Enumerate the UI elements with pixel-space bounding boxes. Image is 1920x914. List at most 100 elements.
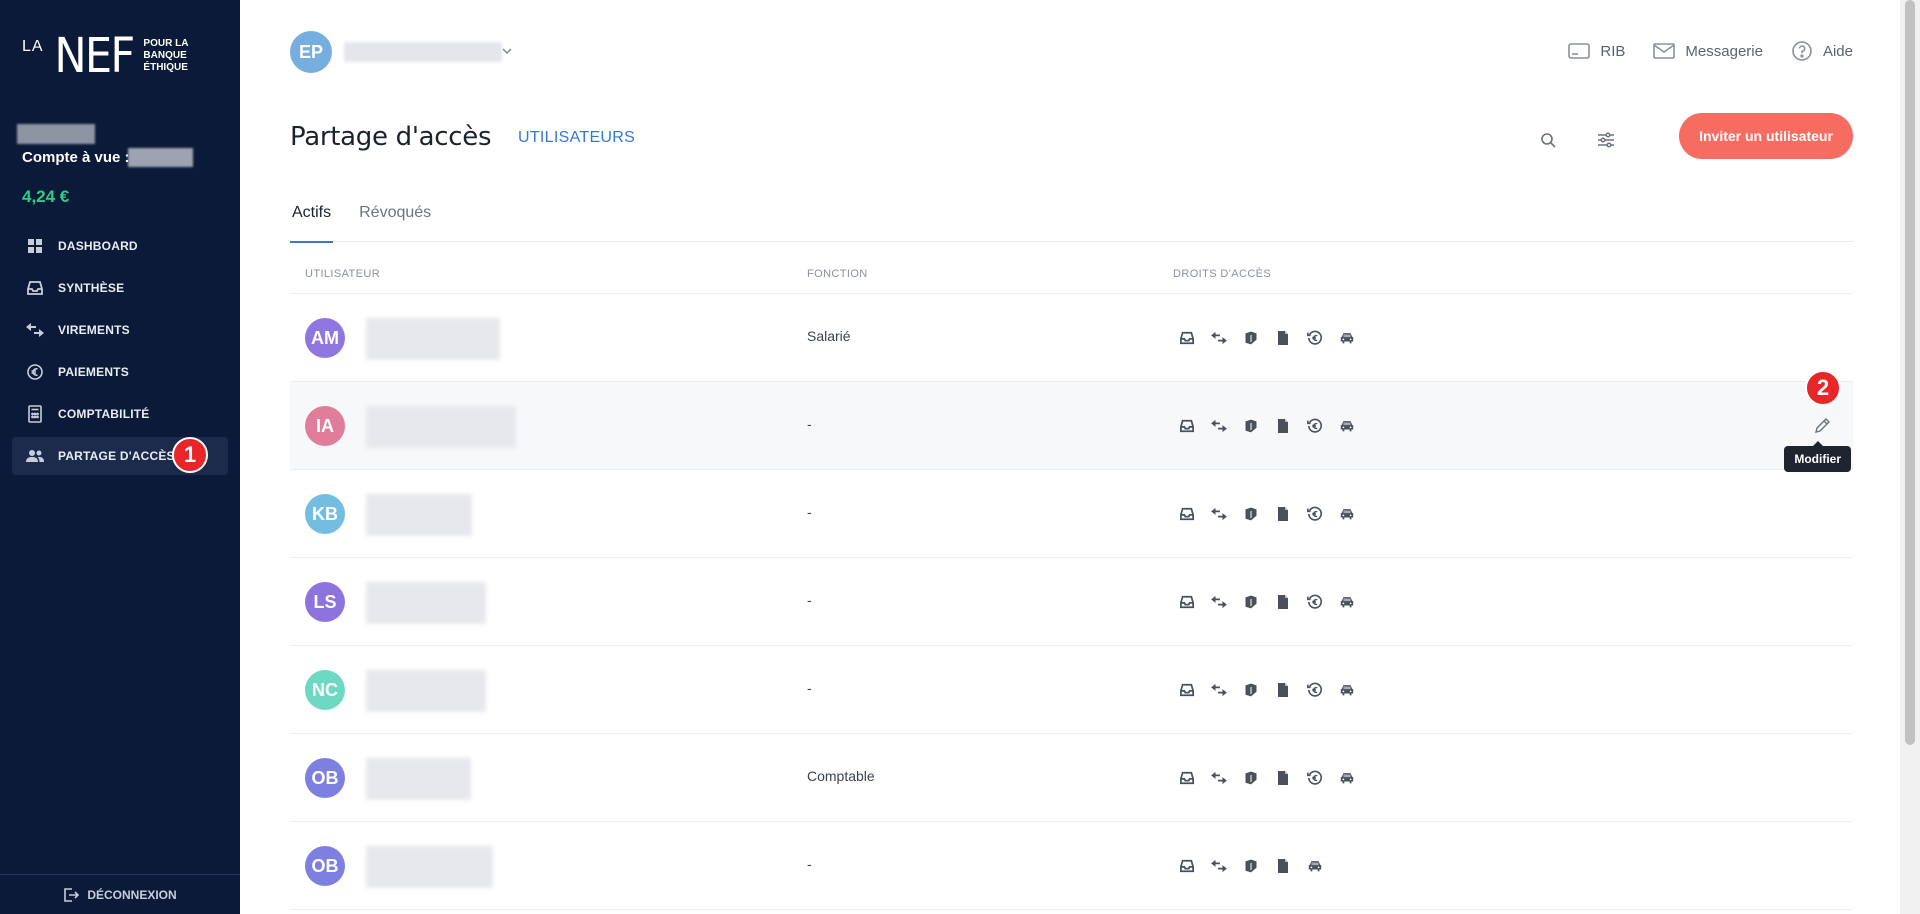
sidebar-item-paiements[interactable]: PAIEMENTS <box>12 353 228 391</box>
transfer-icon <box>1208 591 1230 613</box>
inbox-icon <box>1176 591 1198 613</box>
table-row[interactable]: OB - <box>290 822 1853 910</box>
user-function: - <box>807 856 812 872</box>
table-row[interactable]: LS - <box>290 558 1853 646</box>
messagerie-link[interactable]: Messagerie <box>1653 42 1763 60</box>
inbox-icon <box>1176 327 1198 349</box>
card-icon <box>1240 503 1262 525</box>
user-avatar: LS <box>305 582 345 622</box>
aide-label: Aide <box>1822 42 1853 60</box>
account-number-redacted <box>128 148 193 167</box>
access-rights <box>1176 679 1358 701</box>
transfer-icon <box>1208 679 1230 701</box>
table-row[interactable]: IA - Modifier 2 <box>290 370 1853 472</box>
user-function: Comptable <box>807 768 875 784</box>
table-row[interactable]: NC - <box>290 646 1853 734</box>
table-row[interactable]: OB Comptable <box>290 734 1853 822</box>
sidebar-item-partage-acces[interactable]: PARTAGE D'ACCÈS 1 <box>12 437 228 475</box>
document-icon <box>1272 503 1294 525</box>
euro-refresh-icon <box>1304 591 1326 613</box>
euro-refresh-icon <box>1304 767 1326 789</box>
table-header: UTILISATEUR FONCTION DROITS D'ACCÈS <box>290 254 1853 294</box>
transfer-icon <box>1208 767 1230 789</box>
document-icon <box>1272 415 1294 437</box>
page-title: Partage d'accès <box>290 122 492 152</box>
document-icon <box>1272 591 1294 613</box>
chevron-down-icon[interactable] <box>502 44 512 58</box>
brand-tagline-2: BANQUE <box>143 50 187 61</box>
grid-icon <box>24 235 46 257</box>
edit-pencil-icon[interactable] <box>1813 415 1833 440</box>
account-balance: 4,24 € <box>22 187 70 206</box>
transfer-icon <box>1208 415 1230 437</box>
user-function: - <box>807 504 812 520</box>
user-name-redacted <box>366 670 486 712</box>
card-icon <box>1240 591 1262 613</box>
rib-link[interactable]: RIB <box>1568 42 1625 60</box>
inbox-icon <box>24 277 46 299</box>
card-icon <box>1240 767 1262 789</box>
user-avatar: IA <box>305 406 345 446</box>
euro-icon <box>24 361 46 383</box>
page-subtitle: UTILISATEURS <box>518 129 636 146</box>
car-icon <box>1336 327 1358 349</box>
inbox-icon <box>1176 415 1198 437</box>
transfer-icon <box>1208 327 1230 349</box>
header-rights: DROITS D'ACCÈS <box>1173 267 1272 280</box>
table-row[interactable]: KB - <box>290 470 1853 558</box>
sidebar-item-label: DASHBOARD <box>58 239 138 253</box>
sidebar: LA NEF POUR LA BANQUE ÉTHIQUE Compte à v… <box>0 0 240 914</box>
scrollbar-thumb[interactable] <box>1905 0 1915 745</box>
euro-refresh-icon <box>1304 679 1326 701</box>
brand-tagline-1: POUR LA <box>143 38 189 49</box>
filter-icon[interactable] <box>1592 126 1620 154</box>
user-avatar: KB <box>305 494 345 534</box>
sidebar-item-dashboard[interactable]: DASHBOARD <box>12 227 228 265</box>
top-bar: EP RIB Messagerie Aide <box>240 0 1900 104</box>
access-rights <box>1176 855 1326 877</box>
aide-link[interactable]: Aide <box>1791 40 1853 62</box>
users-table: UTILISATEUR FONCTION DROITS D'ACCÈS AM Sa… <box>290 254 1853 910</box>
scrollbar[interactable] <box>1900 0 1920 914</box>
invite-user-button[interactable]: Inviter un utilisateur <box>1679 113 1853 159</box>
car-icon <box>1304 855 1326 877</box>
sidebar-item-comptabilite[interactable]: COMPTABILITÉ <box>12 395 228 433</box>
inbox-icon <box>1176 503 1198 525</box>
document-icon <box>1272 679 1294 701</box>
table-row[interactable]: AM Salarié <box>290 294 1853 382</box>
card-icon <box>1240 327 1262 349</box>
brand-logo[interactable]: LA NEF POUR LA BANQUE ÉTHIQUE <box>22 28 189 84</box>
user-name-redacted <box>366 846 493 888</box>
user-avatar: NC <box>305 670 345 710</box>
users-icon <box>24 445 46 467</box>
transfer-icon <box>24 319 46 341</box>
user-function: - <box>807 416 812 432</box>
card-icon <box>1240 679 1262 701</box>
card-icon <box>1568 42 1591 60</box>
car-icon <box>1336 415 1358 437</box>
inbox-icon <box>1176 767 1198 789</box>
document-icon <box>1272 327 1294 349</box>
user-name-redacted[interactable] <box>344 42 502 62</box>
sidebar-item-label: PARTAGE D'ACCÈS <box>58 449 175 463</box>
sidebar-item-synthese[interactable]: SYNTHÈSE <box>12 269 228 307</box>
sidebar-item-virements[interactable]: VIREMENTS <box>12 311 228 349</box>
user-avatar[interactable]: EP <box>290 31 332 73</box>
transfer-icon <box>1208 503 1230 525</box>
user-avatar: OB <box>305 758 345 798</box>
mail-icon <box>1653 42 1676 60</box>
euro-refresh-icon <box>1304 415 1326 437</box>
search-icon[interactable] <box>1534 126 1562 154</box>
sidebar-item-label: COMPTABILITÉ <box>58 407 150 421</box>
user-name-redacted <box>366 318 500 360</box>
tab-actifs[interactable]: Actifs <box>290 200 334 243</box>
car-icon <box>1336 591 1358 613</box>
user-name-redacted <box>366 582 486 624</box>
brand-nef: NEF <box>53 28 135 84</box>
euro-refresh-icon <box>1304 503 1326 525</box>
logout-button[interactable]: DÉCONNEXION <box>0 874 240 914</box>
header-user: UTILISATEUR <box>305 267 381 280</box>
inbox-icon <box>1176 679 1198 701</box>
calculator-icon <box>24 403 46 425</box>
tab-revoques[interactable]: Révoqués <box>357 200 433 242</box>
